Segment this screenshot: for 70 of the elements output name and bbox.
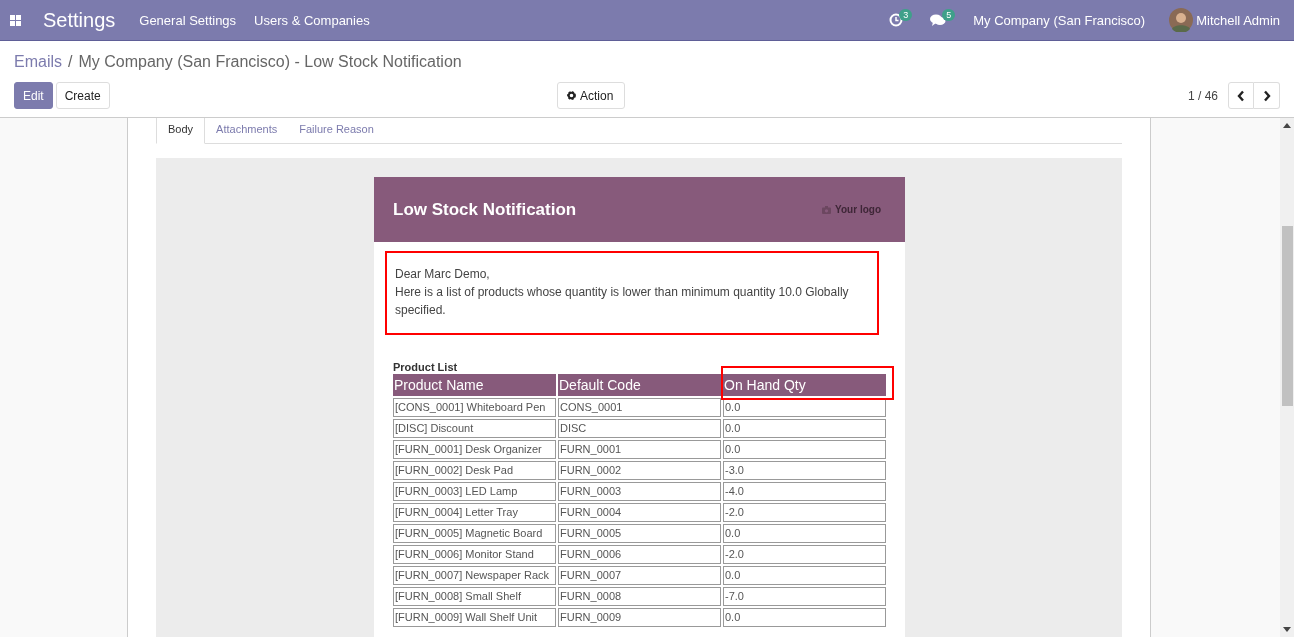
table-cell: -3.0 <box>723 461 886 480</box>
greeting-text: Dear Marc Demo, <box>395 266 491 283</box>
apps-menu-icon[interactable] <box>10 14 21 26</box>
table-cell: 0.0 <box>723 566 886 585</box>
table-cell: [FURN_0008] Small Shelf <box>393 587 556 606</box>
table-cell: FURN_0008 <box>558 587 721 606</box>
gear-icon <box>566 90 577 101</box>
scroll-up-icon <box>1283 123 1291 128</box>
camera-icon <box>822 205 832 214</box>
table-cell: DISC <box>558 419 721 438</box>
tab[interactable]: Failure Reason <box>288 118 385 143</box>
table-cell: 0.0 <box>723 398 886 417</box>
app-title: Settings <box>43 8 116 32</box>
table-cell: [CONS_0001] Whiteboard Pen <box>393 398 556 417</box>
table-cell: 0.0 <box>723 419 886 438</box>
tab[interactable]: Attachments <box>205 118 289 143</box>
table-cell: [FURN_0001] Desk Organizer <box>393 440 556 459</box>
table-cell: 0.0 <box>723 608 886 627</box>
email-title: Low Stock Notification <box>393 199 577 220</box>
action-button[interactable]: Action <box>557 82 626 109</box>
table-cell: FURN_0002 <box>558 461 721 480</box>
table-cell: [FURN_0005] Magnetic Board <box>393 524 556 543</box>
table-cell: [FURN_0006] Monitor Stand <box>393 545 556 564</box>
company-switcher[interactable]: My Company (San Francisco) <box>973 12 1146 28</box>
menu-item[interactable]: Users & Companies <box>254 12 370 28</box>
chevron-right-icon <box>1262 89 1271 102</box>
table-cell: 0.0 <box>723 440 886 459</box>
tab[interactable]: Body <box>156 118 206 144</box>
edit-button[interactable]: Edit <box>14 82 53 109</box>
table-cell: -7.0 <box>723 587 886 606</box>
table-cell: FURN_0005 <box>558 524 721 543</box>
user-menu[interactable]: Mitchell Admin <box>1196 12 1280 28</box>
table-cell: [FURN_0002] Desk Pad <box>393 461 556 480</box>
table-cell: FURN_0004 <box>558 503 721 522</box>
next-button[interactable] <box>1254 82 1280 109</box>
table-cell: FURN_0003 <box>558 482 721 501</box>
logo-placeholder-text: Your logo <box>835 204 881 215</box>
table-cell: [FURN_0004] Letter Tray <box>393 503 556 522</box>
scrollbar[interactable] <box>1280 118 1294 637</box>
table-cell: FURN_0001 <box>558 440 721 459</box>
activity-count-badge: 3 <box>899 9 913 21</box>
table-cell: CONS_0001 <box>558 398 721 417</box>
column-header: Product Name <box>393 374 556 396</box>
avatar-icon[interactable] <box>1169 8 1194 32</box>
table-cell: FURN_0009 <box>558 608 721 627</box>
table-cell: [FURN_0007] Newspaper Rack <box>393 566 556 585</box>
table-cell: -2.0 <box>723 503 886 522</box>
pager-value: 1 / 46 <box>1187 88 1218 103</box>
menu-item[interactable]: General Settings <box>139 12 237 28</box>
clock-icon[interactable] <box>889 13 904 27</box>
table-cell: [DISC] Discount <box>393 419 556 438</box>
message-text: Here is a list of products whose quantity is lower than minimum quantity 10.0 Globally specified. <box>395 284 850 319</box>
table-cell: -4.0 <box>723 482 886 501</box>
table-cell: -2.0 <box>723 545 886 564</box>
create-button[interactable]: Create <box>55 82 110 109</box>
breadcrumb-link[interactable]: Emails <box>14 53 62 70</box>
table-cell: FURN_0006 <box>558 545 721 564</box>
message-count-badge: 5 <box>942 9 956 21</box>
column-header: Default Code <box>558 374 721 396</box>
previous-button[interactable] <box>1228 82 1254 109</box>
table-cell: [FURN_0003] LED Lamp <box>393 482 556 501</box>
breadcrumb-separator: / <box>68 53 73 70</box>
scroll-down-icon <box>1283 627 1291 632</box>
table-cell: 0.0 <box>723 524 886 543</box>
list-title: Product List <box>393 361 459 373</box>
chevron-left-icon <box>1237 89 1245 102</box>
chat-icon[interactable] <box>930 13 947 27</box>
table-cell: [FURN_0009] Wall Shelf Unit <box>393 608 556 627</box>
record-title: My Company (San Francisco) - Low Stock Notification <box>78 53 462 70</box>
table-cell: FURN_0007 <box>558 566 721 585</box>
